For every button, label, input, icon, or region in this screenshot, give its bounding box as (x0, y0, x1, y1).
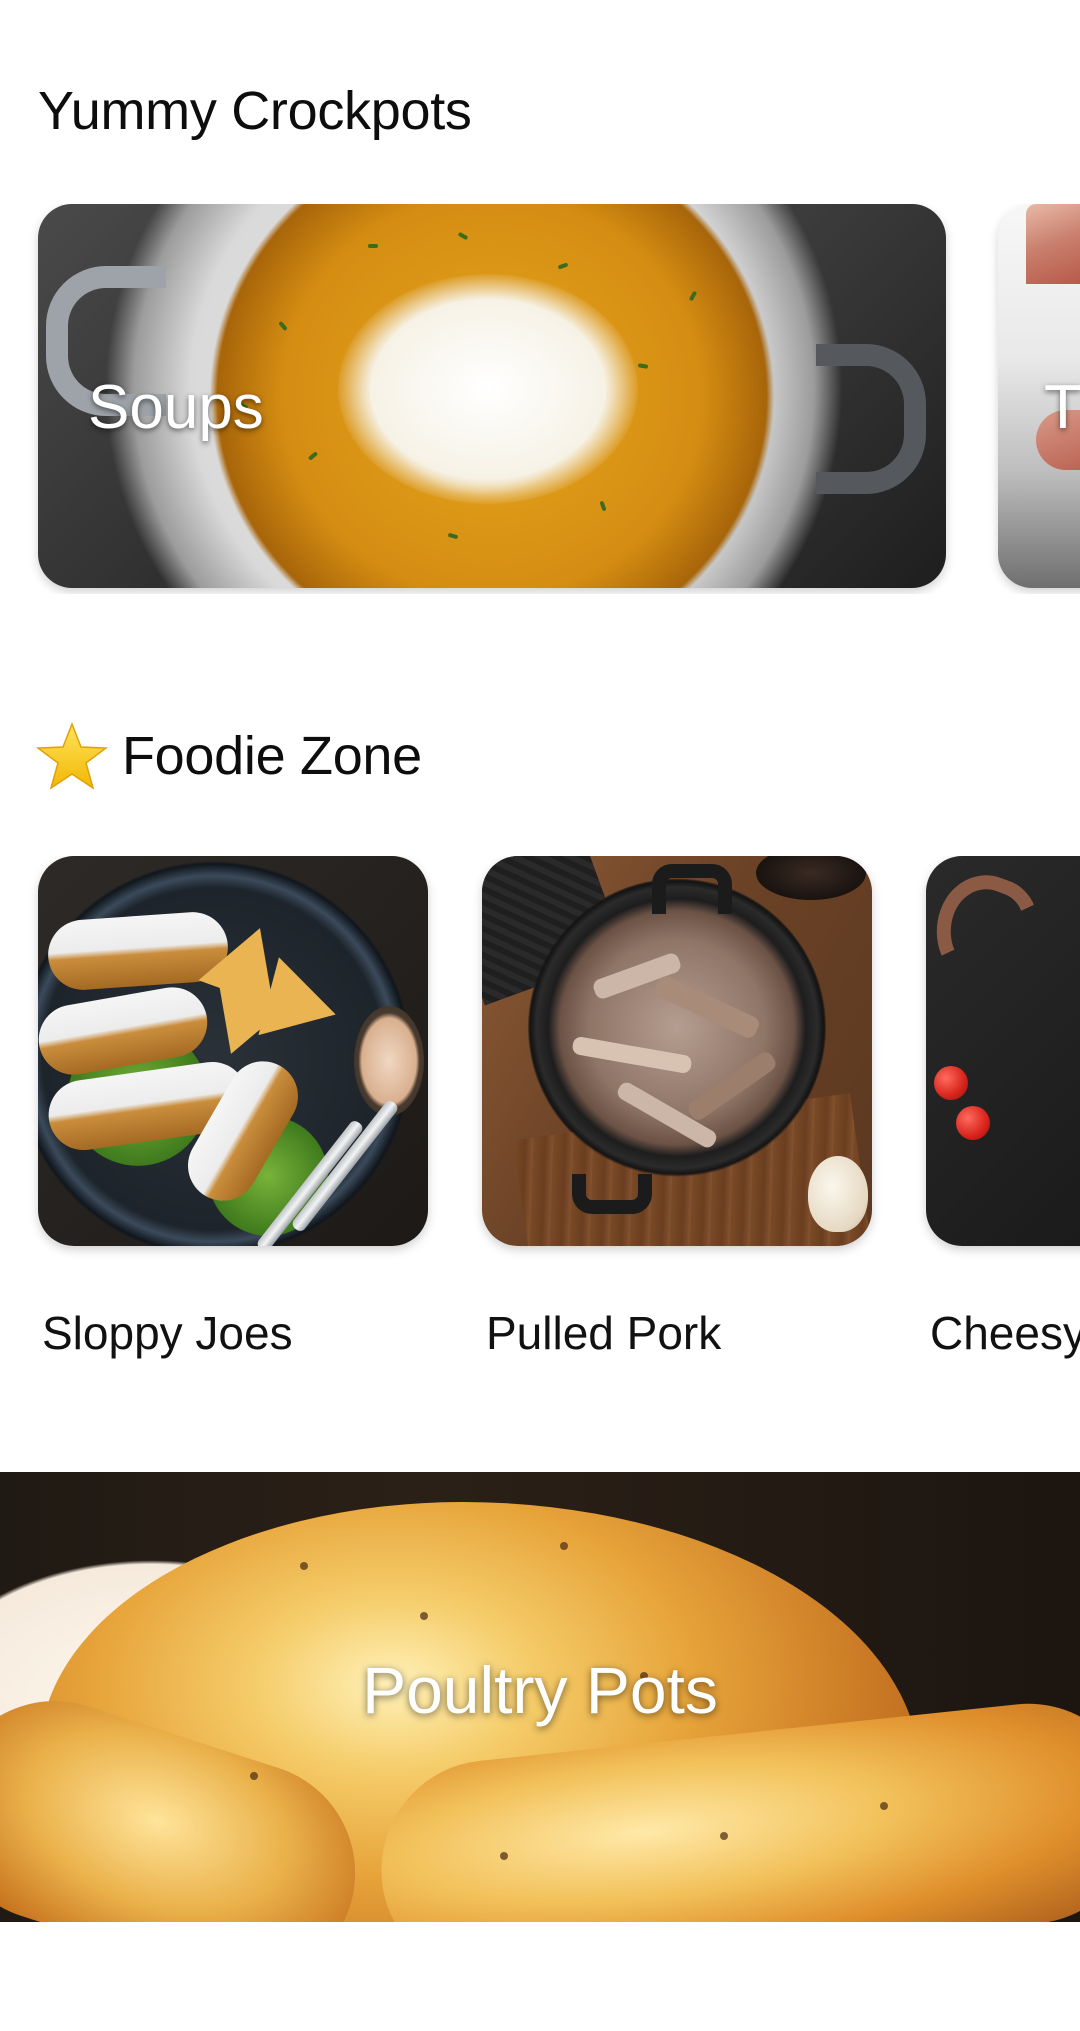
meat-image (1026, 204, 1080, 284)
category-card-label: T (1044, 373, 1080, 442)
chive (368, 244, 378, 248)
category-card-soups[interactable]: Soups (38, 204, 946, 588)
spice (300, 1562, 308, 1570)
food-name: Cheesy (930, 1307, 1080, 1359)
pan-handle (652, 864, 732, 914)
food-item-cheesy[interactable]: Cheesy (926, 856, 1080, 1359)
spice (250, 1772, 258, 1780)
banner-label: Poultry Pots (362, 1653, 718, 1727)
foodie-carousel[interactable]: Sloppy Joes Pulled Pork Cheesy (0, 856, 1080, 1376)
pan-handle (572, 1174, 652, 1214)
category-card-label: Soups (88, 373, 264, 442)
food-thumbnail (926, 856, 1080, 1246)
pot-handle-right (816, 344, 926, 494)
food-item-pulled-pork[interactable]: Pulled Pork (482, 856, 872, 1359)
poultry-pots-banner[interactable]: Poultry Pots (0, 1472, 1080, 1922)
spice (880, 1802, 888, 1810)
spice (560, 1542, 568, 1550)
section-title-text: Foodie Zone (122, 726, 422, 786)
food-thumbnail (482, 856, 872, 1246)
star-icon (36, 720, 108, 792)
tomato (934, 1066, 968, 1100)
spice (500, 1852, 508, 1860)
food-item-sloppy-joes[interactable]: Sloppy Joes (38, 856, 428, 1359)
food-thumbnail (38, 856, 428, 1246)
crockpot-carousel[interactable]: Soups T (0, 204, 1080, 594)
tomato (956, 1106, 990, 1140)
section-title-crockpots: Yummy Crockpots (38, 81, 472, 141)
section-title-foodie: Foodie Zone (36, 720, 422, 792)
garlic (808, 1156, 868, 1232)
spice (720, 1832, 728, 1840)
food-name: Sloppy Joes (42, 1307, 293, 1359)
app-screen: Yummy Crockpots Soups T Foodie Zone Slop… (0, 0, 1080, 2031)
food-name: Pulled Pork (486, 1307, 722, 1359)
spice (420, 1612, 428, 1620)
cream-swirl (338, 274, 638, 504)
dip-bowl (354, 1006, 424, 1116)
category-card-next[interactable]: T (998, 204, 1080, 588)
